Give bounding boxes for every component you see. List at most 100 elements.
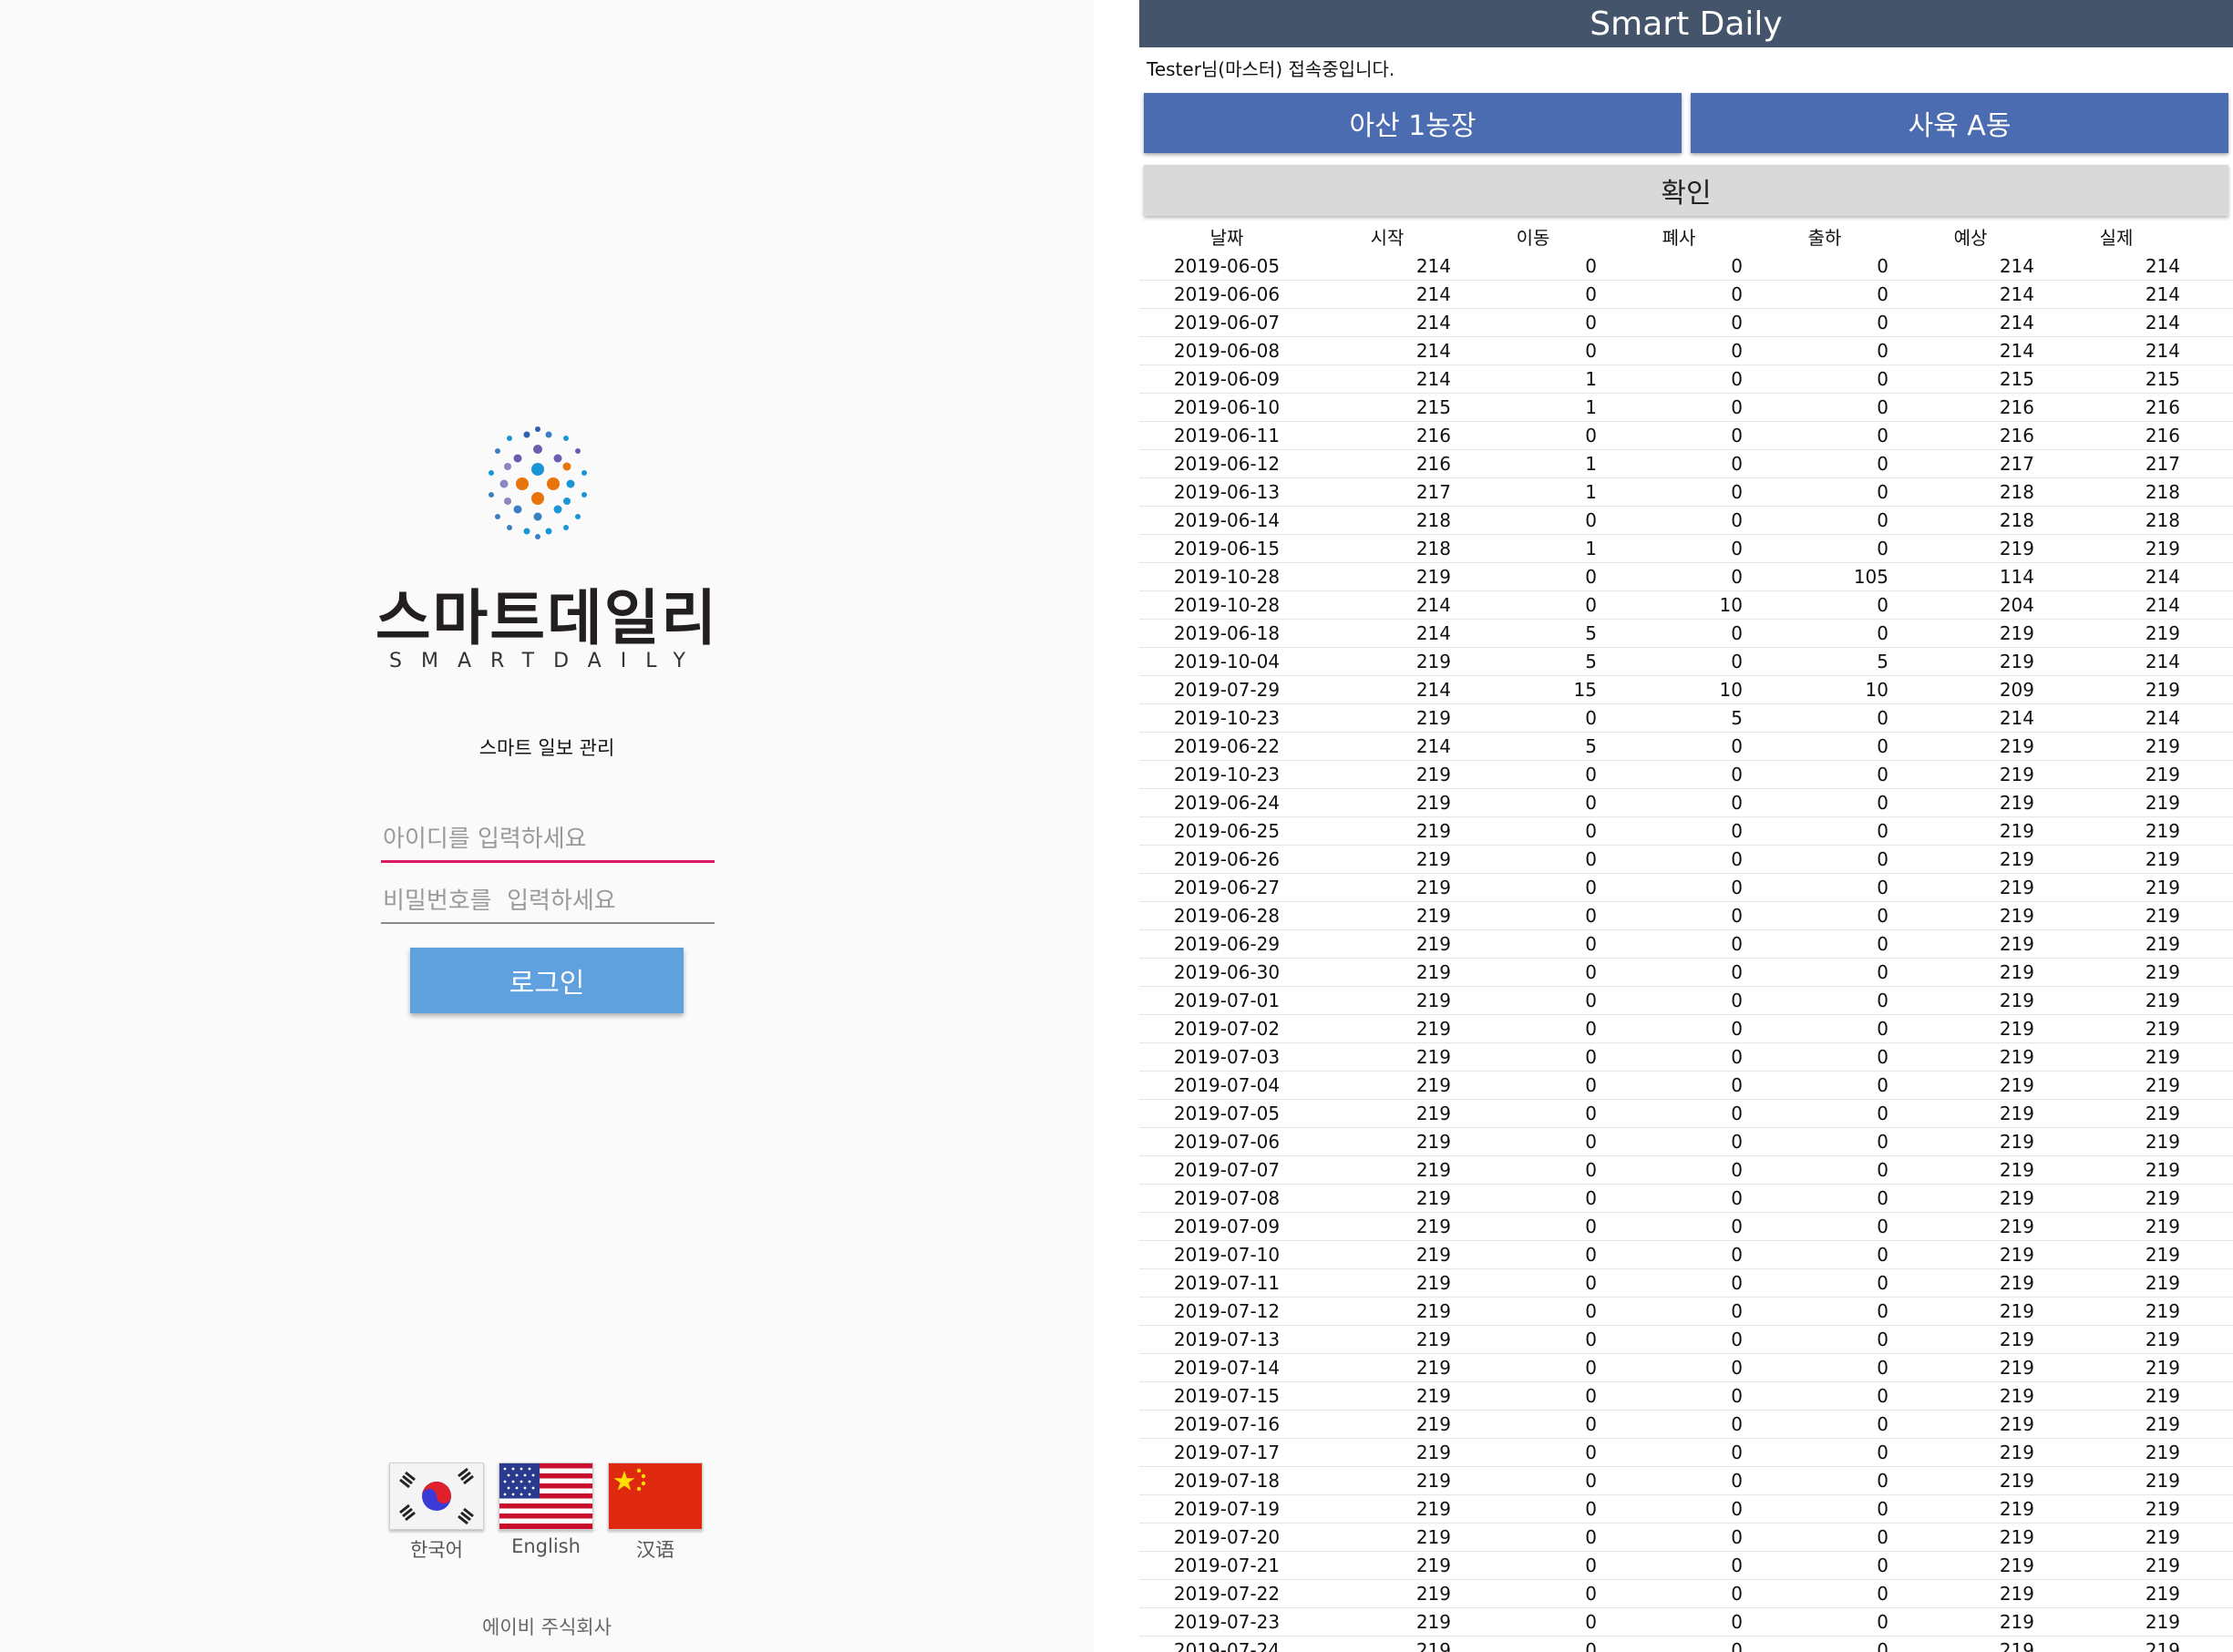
table-row[interactable]: 2019-06-11 216 0 0 0 216 216	[1139, 422, 2233, 450]
table-row[interactable]: 2019-07-04 219 0 0 0 219 219	[1139, 1072, 2233, 1100]
table-row[interactable]: 2019-06-26 219 0 0 0 219 219	[1139, 846, 2233, 874]
table-row[interactable]: 2019-07-18 219 0 0 0 219 219	[1139, 1467, 2233, 1495]
barn-select-button[interactable]: 사육 A동	[1691, 93, 2228, 153]
table-row[interactable]: 2019-10-28 214 0 10 0 204 214	[1139, 591, 2233, 620]
cell-date: 2019-07-05	[1173, 1103, 1281, 1124]
brand-name-korean: 스마트데일리	[375, 583, 719, 653]
table-row[interactable]: 2019-10-23 219 0 0 0 219 219	[1139, 761, 2233, 789]
table-row[interactable]: 2019-07-10 219 0 0 0 219 219	[1139, 1241, 2233, 1269]
farm-select-button[interactable]: 아산 1농장	[1144, 93, 1682, 153]
table-row[interactable]: 2019-07-15 219 0 0 0 219 219	[1139, 1382, 2233, 1411]
app-tagline: 스마트 일보 관리	[478, 737, 615, 759]
logo-dot	[495, 514, 500, 519]
company-name: 에이비 주식회사	[482, 1616, 612, 1638]
table-row[interactable]: 2019-06-22 214 5 0 0 219 219	[1139, 733, 2233, 761]
column-header-actual: 실제	[2099, 227, 2134, 249]
table-row[interactable]: 2019-06-27 219 0 0 0 219 219	[1139, 874, 2233, 902]
table-row[interactable]: 2019-06-15 218 1 0 0 219 219	[1139, 535, 2233, 563]
cell-move: 0	[1585, 1498, 1597, 1520]
table-row[interactable]: 2019-07-16 219 0 0 0 219 219	[1139, 1411, 2233, 1439]
cell-expected: 219	[1999, 820, 2034, 842]
cell-start: 214	[1415, 679, 1451, 701]
cell-expected: 219	[1999, 1300, 2034, 1322]
table-row[interactable]: 2019-06-25 219 0 0 0 219 219	[1139, 817, 2233, 846]
language-english-button[interactable]: English	[499, 1462, 593, 1557]
cell-date: 2019-07-08	[1173, 1187, 1281, 1209]
table-row[interactable]: 2019-07-14 219 0 0 0 219 219	[1139, 1354, 2233, 1382]
cell-death: 0	[1731, 425, 1743, 446]
cell-shipment: 10	[1865, 679, 1888, 701]
table-row[interactable]: 2019-06-09 214 1 0 0 215 215	[1139, 365, 2233, 394]
table-row[interactable]: 2019-07-09 219 0 0 0 219 219	[1139, 1213, 2233, 1241]
user-id-input[interactable]	[381, 818, 715, 863]
language-chinese-button[interactable]: 汉语	[608, 1462, 703, 1563]
cell-start: 219	[1415, 1583, 1451, 1605]
table-row[interactable]: 2019-10-28 219 0 0 105 114 214	[1139, 563, 2233, 591]
cell-actual: 219	[2145, 792, 2180, 814]
table-row[interactable]: 2019-06-06 214 0 0 0 214 214	[1139, 281, 2233, 309]
cell-actual: 214	[2145, 340, 2180, 362]
table-row[interactable]: 2019-10-23 219 0 5 0 214 214	[1139, 704, 2233, 733]
table-row[interactable]: 2019-07-21 219 0 0 0 219 219	[1139, 1552, 2233, 1580]
cell-date: 2019-06-30	[1173, 961, 1281, 983]
password-input[interactable]	[381, 880, 715, 924]
cell-actual: 219	[2145, 1470, 2180, 1492]
table-row[interactable]: 2019-07-24 219 0 0 0 219 219	[1139, 1637, 2233, 1652]
table-row[interactable]: 2019-07-08 219 0 0 0 219 219	[1139, 1185, 2233, 1213]
table-row[interactable]: 2019-06-29 219 0 0 0 219 219	[1139, 930, 2233, 959]
cell-actual: 219	[2145, 1046, 2180, 1068]
table-row[interactable]: 2019-07-01 219 0 0 0 219 219	[1139, 987, 2233, 1015]
cell-move: 1	[1585, 453, 1597, 475]
table-row[interactable]: 2019-06-10 215 1 0 0 216 216	[1139, 394, 2233, 422]
table-row[interactable]: 2019-07-06 219 0 0 0 219 219	[1139, 1128, 2233, 1156]
cell-expected: 219	[1999, 905, 2034, 927]
confirm-button[interactable]: 확인	[1144, 165, 2228, 216]
cell-shipment: 0	[1877, 1498, 1888, 1520]
cell-expected: 219	[1999, 1413, 2034, 1435]
cell-shipment: 0	[1877, 1470, 1888, 1492]
table-row[interactable]: 2019-07-13 219 0 0 0 219 219	[1139, 1326, 2233, 1354]
cell-actual: 219	[2145, 990, 2180, 1011]
table-row[interactable]: 2019-06-07 214 0 0 0 214 214	[1139, 309, 2233, 337]
table-row[interactable]: 2019-07-11 219 0 0 0 219 219	[1139, 1269, 2233, 1298]
table-row[interactable]: 2019-06-12 216 1 0 0 217 217	[1139, 450, 2233, 478]
table-row[interactable]: 2019-07-19 219 0 0 0 219 219	[1139, 1495, 2233, 1524]
table-row[interactable]: 2019-06-30 219 0 0 0 219 219	[1139, 959, 2233, 987]
table-row[interactable]: 2019-07-02 219 0 0 0 219 219	[1139, 1015, 2233, 1043]
cell-shipment: 0	[1877, 1555, 1888, 1576]
language-korean-button[interactable]: 한국어	[389, 1462, 484, 1563]
table-row[interactable]: 2019-06-05 214 0 0 0 214 214	[1139, 252, 2233, 281]
login-status-text: Tester님(마스터) 접속중입니다.	[1147, 58, 1395, 80]
table-row[interactable]: 2019-07-23 219 0 0 0 219 219	[1139, 1608, 2233, 1637]
table-row[interactable]: 2019-07-20 219 0 0 0 219 219	[1139, 1524, 2233, 1552]
logo-dot	[553, 454, 562, 463]
cell-move: 0	[1585, 1300, 1597, 1322]
cell-actual: 219	[2145, 622, 2180, 644]
table-row[interactable]: 2019-06-13 217 1 0 0 218 218	[1139, 478, 2233, 507]
cell-actual: 218	[2145, 481, 2180, 503]
table-row[interactable]: 2019-06-18 214 5 0 0 219 219	[1139, 620, 2233, 648]
cell-death: 0	[1731, 1131, 1743, 1153]
cell-shipment: 0	[1877, 1329, 1888, 1350]
logo-dot	[563, 498, 571, 505]
table-row[interactable]: 2019-07-22 219 0 0 0 219 219	[1139, 1580, 2233, 1608]
table-row[interactable]: 2019-07-05 219 0 0 0 219 219	[1139, 1100, 2233, 1128]
table-row[interactable]: 2019-06-28 219 0 0 0 219 219	[1139, 902, 2233, 930]
table-row[interactable]: 2019-07-07 219 0 0 0 219 219	[1139, 1156, 2233, 1185]
table-row[interactable]: 2019-10-04 219 5 0 5 219 214	[1139, 648, 2233, 676]
table-row[interactable]: 2019-06-14 218 0 0 0 218 218	[1139, 507, 2233, 535]
table-row[interactable]: 2019-07-03 219 0 0 0 219 219	[1139, 1043, 2233, 1072]
table-row[interactable]: 2019-06-08 214 0 0 0 214 214	[1139, 337, 2233, 365]
cell-death: 10	[1719, 679, 1743, 701]
cell-actual: 214	[2145, 312, 2180, 333]
login-button[interactable]: 로그인	[410, 948, 684, 1013]
cell-move: 0	[1585, 1244, 1597, 1266]
cell-move: 0	[1585, 820, 1597, 842]
table-row[interactable]: 2019-07-12 219 0 0 0 219 219	[1139, 1298, 2233, 1326]
table-row[interactable]: 2019-07-29 214 15 10 10 209 219	[1139, 676, 2233, 704]
cell-expected: 219	[1999, 961, 2034, 983]
table-row[interactable]: 2019-07-17 219 0 0 0 219 219	[1139, 1439, 2233, 1467]
cell-date: 2019-06-12	[1173, 453, 1281, 475]
table-row[interactable]: 2019-06-24 219 0 0 0 219 219	[1139, 789, 2233, 817]
cell-expected: 219	[1999, 1074, 2034, 1096]
